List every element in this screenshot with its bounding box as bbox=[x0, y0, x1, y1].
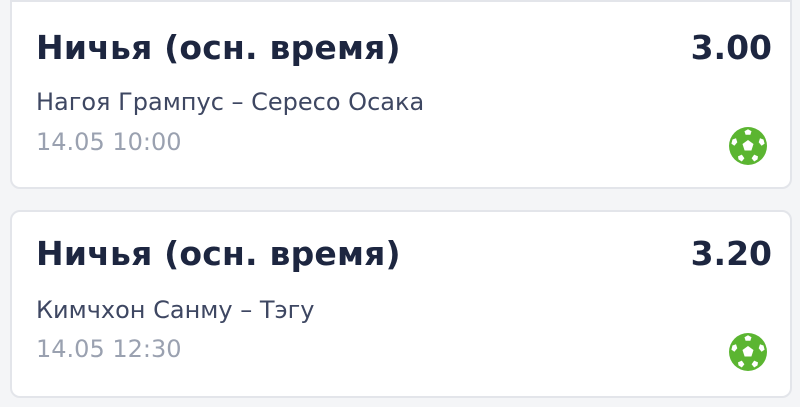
bet-odds: 3.00 bbox=[690, 28, 772, 67]
bet-card[interactable]: Ничья (осн. время) 3.00 Нагоя Грампус – … bbox=[10, 0, 792, 189]
match-teams: Нагоя Грампус – Сересо Осака bbox=[36, 88, 425, 116]
soccer-ball-icon bbox=[729, 333, 767, 371]
bet-card[interactable]: Ничья (осн. время) 3.20 Кимчхон Санму – … bbox=[10, 210, 792, 398]
bet-market: Ничья (осн. время) bbox=[36, 234, 401, 273]
bet-list: Ничья (осн. время) 3.00 Нагоя Грампус – … bbox=[0, 0, 800, 407]
bet-market: Ничья (осн. время) bbox=[36, 28, 401, 67]
soccer-ball-icon bbox=[729, 127, 767, 165]
match-teams: Кимчхон Санму – Тэгу bbox=[36, 296, 315, 324]
bet-odds: 3.20 bbox=[690, 234, 772, 273]
match-datetime: 14.05 12:30 bbox=[36, 335, 182, 363]
match-datetime: 14.05 10:00 bbox=[36, 128, 182, 156]
